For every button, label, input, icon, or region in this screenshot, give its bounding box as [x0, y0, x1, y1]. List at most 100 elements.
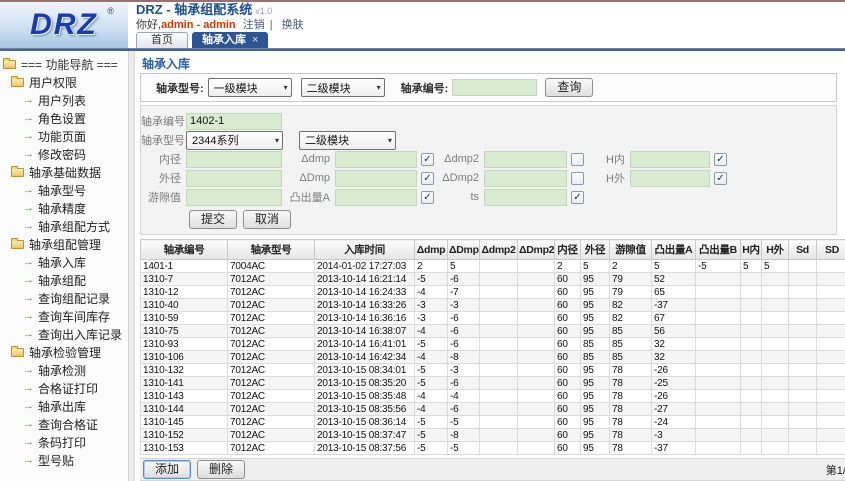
column-header[interactable]: ΔDmp2: [518, 240, 555, 260]
table-row[interactable]: 1310-141 7012AC 2013-10-15 08:35:20 -5 -…: [141, 377, 845, 390]
cancel-button[interactable]: 取消: [243, 210, 291, 229]
sidebar-item[interactable]: 查询出入库记录: [0, 325, 128, 343]
Dmp-input[interactable]: [335, 170, 417, 187]
model-series-select[interactable]: 2344系列: [186, 131, 283, 150]
sidebar-item[interactable]: 轴承基础数据: [0, 163, 128, 181]
h-inner-checkbox[interactable]: ✓: [714, 153, 727, 166]
column-header[interactable]: 游隙值: [610, 240, 652, 260]
h-outer-checkbox[interactable]: ✓: [714, 172, 727, 185]
table-row[interactable]: 1310-59 7012AC 2013-10-14 16:36:16 -3 -6…: [141, 312, 845, 325]
query-button[interactable]: 查询: [545, 78, 593, 97]
sidebar-item[interactable]: 用户列表: [0, 91, 128, 109]
table-row[interactable]: 1310-145 7012AC 2013-10-15 08:36:14 -5 -…: [141, 416, 845, 429]
sidebar-item[interactable]: 轴承组配: [0, 271, 128, 289]
table-cell: 60: [555, 325, 581, 338]
model-level2-select[interactable]: 二级模块: [299, 131, 396, 150]
table-cell: [480, 273, 518, 286]
sidebar-item[interactable]: 轴承型号: [0, 181, 128, 199]
sidebar-item[interactable]: 轴承入库: [0, 253, 128, 271]
h-outer-input[interactable]: [630, 170, 710, 187]
protrusion-a-input[interactable]: [335, 189, 417, 206]
skin-link[interactable]: 换肤: [282, 19, 304, 31]
sidebar-item[interactable]: 轴承检测: [0, 361, 128, 379]
tab-home[interactable]: 首页: [136, 32, 188, 48]
column-header[interactable]: 内径: [555, 240, 581, 260]
sidebar-item[interactable]: 查询组配记录: [0, 289, 128, 307]
table-cell: [696, 351, 741, 364]
outer-diameter-input[interactable]: [186, 170, 282, 187]
column-header[interactable]: ΔDmp: [448, 240, 480, 260]
sidebar-item[interactable]: 角色设置: [0, 109, 128, 127]
column-header[interactable]: SD: [817, 240, 845, 260]
dmp2-input[interactable]: [484, 151, 567, 168]
inner-diameter-input[interactable]: [186, 151, 282, 168]
level1-module-select[interactable]: 一级模块: [208, 78, 292, 97]
sidebar-item[interactable]: 轴承检验管理: [0, 343, 128, 361]
table-row[interactable]: 1310-106 7012AC 2013-10-14 16:42:34 -4 -…: [141, 351, 845, 364]
sidebar-item[interactable]: 轴承组配管理: [0, 235, 128, 253]
tab-close-icon[interactable]: ×: [252, 34, 258, 46]
column-header[interactable]: H内: [741, 240, 762, 260]
table-row[interactable]: 1310-40 7012AC 2013-10-14 16:33:26 -3 -3…: [141, 299, 845, 312]
table-cell: 60: [555, 351, 581, 364]
table-row[interactable]: 1310-143 7012AC 2013-10-15 08:35:48 -4 -…: [141, 390, 845, 403]
table-cell: -26: [652, 390, 696, 403]
sidebar-splitter[interactable]: [128, 51, 135, 481]
column-header[interactable]: 轴承型号: [228, 240, 315, 260]
sidebar-item[interactable]: 查询车间库存: [0, 307, 128, 325]
sidebar-item[interactable]: 功能页面: [0, 127, 128, 145]
clearance-input[interactable]: [186, 189, 282, 206]
table-row[interactable]: 1310-152 7012AC 2013-10-15 08:37:47 -5 -…: [141, 429, 845, 442]
tab-bearing-inbound[interactable]: 轴承入库×: [192, 32, 268, 48]
delete-button[interactable]: 删除: [197, 460, 245, 479]
tab-strip: 首页 轴承入库×: [136, 33, 845, 48]
sidebar-item[interactable]: 轴承组配方式: [0, 217, 128, 235]
table-row[interactable]: 1310-7 7012AC 2013-10-14 16:21:14 -5 -6 …: [141, 273, 845, 286]
column-header[interactable]: Δdmp: [415, 240, 448, 260]
column-header[interactable]: 轴承编号: [141, 240, 228, 260]
protrusion-a-checkbox[interactable]: ✓: [421, 191, 434, 204]
table-row[interactable]: 1310-153 7012AC 2013-10-15 08:37:56 -5 -…: [141, 442, 845, 455]
Dmp2-input[interactable]: [484, 170, 567, 187]
arrow-icon: [23, 257, 34, 268]
level2-module-select[interactable]: 二级模块: [301, 78, 385, 97]
h-inner-input[interactable]: [630, 151, 710, 168]
column-header[interactable]: 凸出量A: [652, 240, 696, 260]
sidebar-item[interactable]: === 功能导航 ===: [0, 55, 128, 73]
sidebar-item[interactable]: 型号贴: [0, 451, 128, 469]
logout-link[interactable]: 注销: [243, 19, 265, 31]
column-header[interactable]: 入库时间: [315, 240, 415, 260]
table-row[interactable]: 1310-144 7012AC 2013-10-15 08:35:56 -4 -…: [141, 403, 845, 416]
sidebar-item[interactable]: 条码打印: [0, 433, 128, 451]
table-row[interactable]: 1310-12 7012AC 2013-10-14 16:24:33 -4 -7…: [141, 286, 845, 299]
sidebar-item[interactable]: 查询合格证: [0, 415, 128, 433]
table-row[interactable]: 1401-1 7004AC 2014-01-02 17:27:03 2 5 2 …: [141, 260, 845, 273]
dmp2-checkbox[interactable]: [571, 153, 584, 166]
ts-input[interactable]: [484, 189, 567, 206]
table-row[interactable]: 1310-75 7012AC 2013-10-14 16:38:07 -4 -6…: [141, 325, 845, 338]
sidebar-item[interactable]: 轴承精度: [0, 199, 128, 217]
column-header[interactable]: H外: [762, 240, 789, 260]
table-cell: [762, 429, 789, 442]
add-button[interactable]: 添加: [143, 460, 191, 479]
column-header[interactable]: Δdmp2: [480, 240, 518, 260]
serial-input[interactable]: [186, 113, 282, 130]
arrow-icon: [23, 113, 34, 124]
search-serial-input[interactable]: [452, 79, 537, 96]
dmp-checkbox[interactable]: ✓: [421, 153, 434, 166]
Dmp2-checkbox[interactable]: [571, 172, 584, 185]
sidebar-item[interactable]: 修改密码: [0, 145, 128, 163]
column-header[interactable]: 外径: [581, 240, 610, 260]
sidebar-item[interactable]: 用户权限: [0, 73, 128, 91]
table-row[interactable]: 1310-132 7012AC 2013-10-15 08:34:01 -5 -…: [141, 364, 845, 377]
Dmp-checkbox[interactable]: ✓: [421, 172, 434, 185]
column-header[interactable]: Sd: [789, 240, 817, 260]
table-row[interactable]: 1310-93 7012AC 2013-10-14 16:41:01 -5 -6…: [141, 338, 845, 351]
sidebar-item[interactable]: 合格证打印: [0, 379, 128, 397]
submit-button[interactable]: 提交: [189, 210, 237, 229]
ts-checkbox[interactable]: ✓: [571, 191, 584, 204]
dmp-input[interactable]: [335, 151, 417, 168]
table-cell: 7012AC: [228, 338, 315, 351]
column-header[interactable]: 凸出量B: [696, 240, 741, 260]
sidebar-item[interactable]: 轴承出库: [0, 397, 128, 415]
